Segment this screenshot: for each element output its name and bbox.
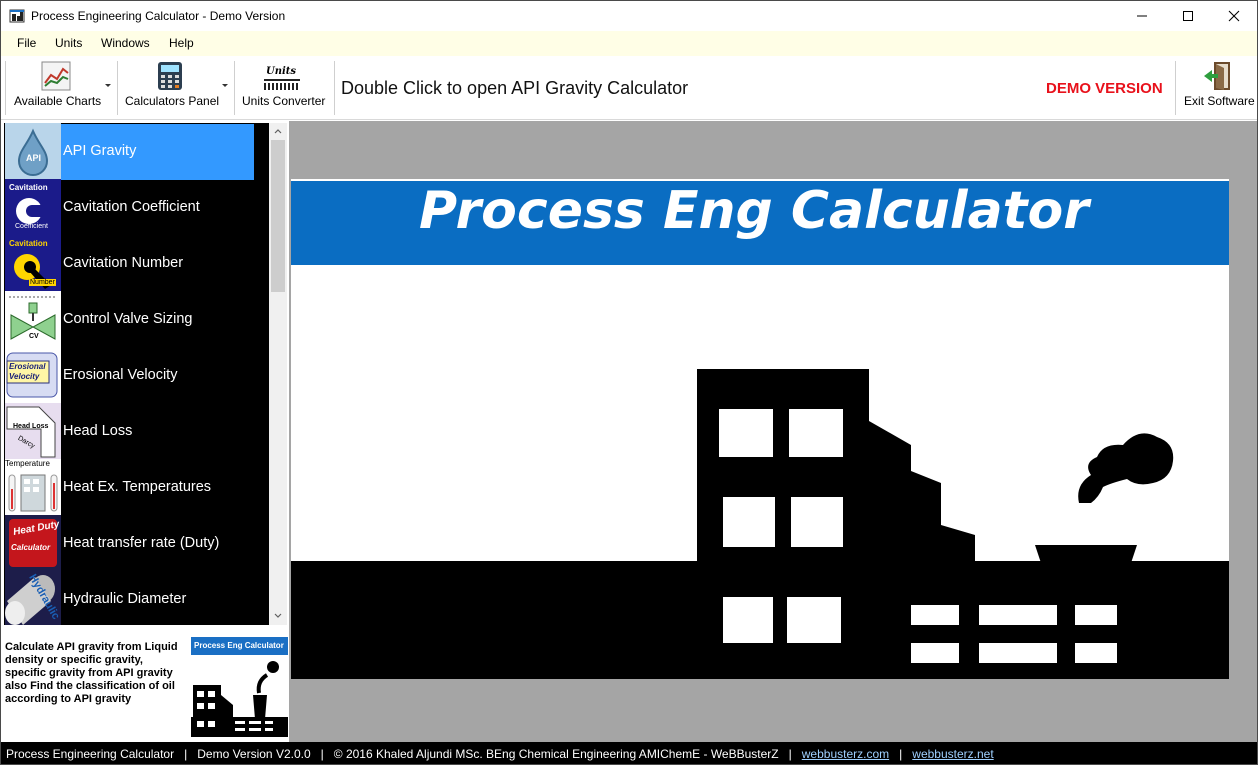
chart-icon [41,61,71,91]
maximize-icon [1183,11,1193,21]
calculator-list[interactable]: API API Gravity Cavitation Coefficient C… [4,123,269,625]
list-item-cavitation-coefficient[interactable]: Cavitation Coefficient Cavitation Coeffi… [4,179,269,235]
minimize-button[interactable] [1119,1,1165,31]
app-factory-icon [9,9,25,23]
calculators-panel-button[interactable]: Calculators Panel [121,56,221,120]
status-text: Process Engineering Calculator | Demo Ve… [6,747,994,761]
menu-bar: File Units Windows Help [1,31,1257,56]
maximize-button[interactable] [1165,1,1211,31]
close-button[interactable] [1211,1,1257,31]
title-bar: Process Engineering Calculator - Demo Ve… [1,1,1257,31]
scroll-down-icon[interactable] [274,613,282,619]
menu-file[interactable]: File [17,36,36,50]
available-charts-label: Available Charts [14,94,102,108]
units-converter-label: Units Converter [242,94,326,108]
available-charts-dropdown-icon[interactable] [105,84,111,87]
toolbar-separator [1175,61,1176,115]
exit-software-label: Exit Software [1184,94,1255,108]
list-item-label: Control Valve Sizing [63,311,193,327]
mini-logo: Process Eng Calculator [191,637,288,737]
list-item-heat-transfer-rate[interactable]: Heat Duty Calculator Heat transfer rate … [4,515,269,571]
units-converter-icon: Units [264,66,300,92]
close-icon [1228,10,1240,22]
calculators-panel-dropdown-icon[interactable] [222,84,228,87]
list-item-label: Heat Ex. Temperatures [63,479,212,495]
app-window: Process Engineering Calculator - Demo Ve… [0,0,1258,765]
toolbar: Available Charts Calculators Panel Units [1,56,1257,120]
list-item-label: Cavitation Number [63,255,184,271]
calculator-icon [158,62,182,90]
menu-help[interactable]: Help [169,36,194,50]
list-item-api-gravity[interactable]: API API Gravity [4,123,269,180]
scroll-up-icon[interactable] [274,128,282,134]
list-item-label: Head Loss [63,423,133,439]
menu-windows[interactable]: Windows [101,36,150,50]
status-link-com[interactable]: webbusterz.com [802,747,889,761]
cavitation-coefficient-icon: Cavitation Coefficient [5,179,61,235]
heat-exchanger-icon: Temperature [5,459,61,515]
list-scrollbar[interactable] [269,123,287,625]
scroll-thumb[interactable] [271,140,285,292]
api-gravity-icon: API [5,123,61,179]
toolbar-grip [5,61,6,115]
splash-title: Process Eng Calculator [419,181,1089,241]
control-valve-icon: CV [5,291,61,347]
list-item-label: API Gravity [63,143,137,159]
mini-logo-title: Process Eng Calculator [194,641,284,650]
list-item-label: Cavitation Coefficient [63,199,200,215]
calculator-list-panel: API API Gravity Cavitation Coefficient C… [1,121,289,742]
list-item-label: Heat transfer rate (Duty) [63,535,220,551]
list-item-hydraulic-diameter[interactable]: Hydraulic Hydraulic Diameter [4,571,269,625]
list-item-label: Erosional Velocity [63,367,178,383]
head-loss-icon: Head Loss Darcy [5,403,61,459]
available-charts-button[interactable]: Available Charts [9,56,105,120]
main-canvas: Process Eng Calculator [289,121,1257,742]
toolbar-separator [234,61,235,115]
toolbar-separator [117,61,118,115]
list-item-control-valve-sizing[interactable]: CV Control Valve Sizing [4,291,269,347]
hint-text: Double Click to open API Gravity Calcula… [341,78,689,98]
exit-door-icon [1204,62,1230,90]
factory-silhouette-icon [291,369,1229,679]
exit-software-button[interactable]: Exit Software [1179,56,1257,120]
list-item-cavitation-number[interactable]: Cavitation Number Cavitation Number [4,235,269,291]
menu-units[interactable]: Units [55,36,82,50]
hydraulic-diameter-icon: Hydraulic [5,571,61,625]
list-item-label: Hydraulic Diameter [63,591,187,607]
list-item-head-loss[interactable]: Head Loss Darcy Head Loss [4,403,269,459]
status-link-net[interactable]: webbusterz.net [912,747,993,761]
minimize-icon [1137,15,1147,17]
heat-duty-icon: Heat Duty Calculator [5,515,61,571]
demo-version-label: DEMO VERSION [1046,80,1163,97]
status-app-name: Process Engineering Calculator [6,747,175,761]
list-item-erosional-velocity[interactable]: Erosional Velocity Erosional Velocity [4,347,269,403]
toolbar-separator [334,61,335,115]
mini-factory-icon [191,655,288,737]
status-copyright: © 2016 Khaled Aljundi MSc. BEng Chemical… [333,747,779,761]
units-converter-button[interactable]: Units Units Converter [238,56,332,120]
calculators-panel-label: Calculators Panel [125,94,220,108]
status-version: Demo Version V2.0.0 [197,747,311,761]
erosional-velocity-icon: Erosional Velocity [5,347,61,403]
list-item-heat-ex-temperatures[interactable]: Temperature Heat Ex. Temperatures [4,459,269,515]
cavitation-number-icon: Cavitation Number [5,235,61,291]
calculator-description: Calculate API gravity from Liquid densit… [5,641,178,705]
status-bar: Process Engineering Calculator | Demo Ve… [1,742,1257,764]
window-title: Process Engineering Calculator - Demo Ve… [31,9,286,23]
